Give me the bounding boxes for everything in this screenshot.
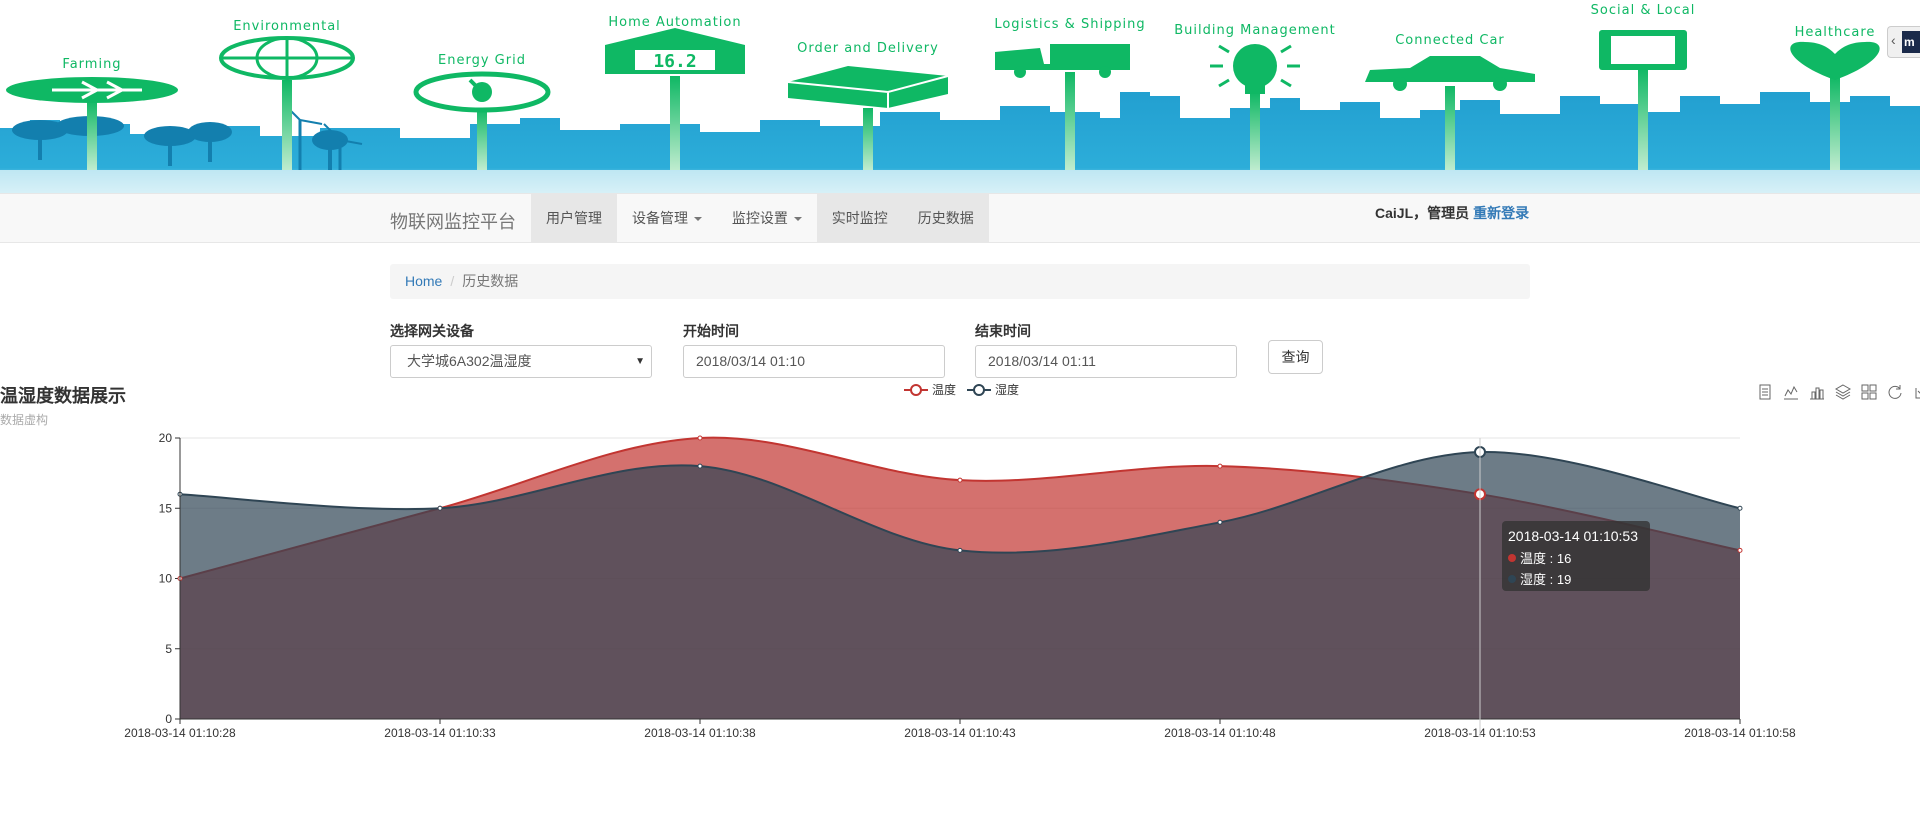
dropdown-arrow-icon: ▼ xyxy=(635,356,645,367)
breadcrumb: Home / 历史数据 xyxy=(390,264,1530,299)
data-point[interactable] xyxy=(1217,519,1223,525)
nav-user-management[interactable]: 用户管理 xyxy=(531,194,617,242)
line-icon[interactable] xyxy=(1783,384,1799,400)
banner-label: Energy Grid xyxy=(438,53,526,68)
chart-tooltip: 2018-03-14 01:10:53 温度 : 16 湿度 : 19 xyxy=(1502,521,1650,591)
device-label: 选择网关设备 xyxy=(390,323,474,339)
stack-icon[interactable] xyxy=(1834,384,1852,400)
banner-label: Connected Car xyxy=(1395,33,1505,48)
breadcrumb-home[interactable]: Home xyxy=(405,273,442,289)
banner-label: Social & Local xyxy=(1591,3,1696,18)
svg-text:湿度 : 19: 湿度 : 19 xyxy=(1520,572,1571,587)
data-point[interactable] xyxy=(437,505,443,511)
history-chart[interactable]: 0 5 10 15 20 2018-03-14 01:10:28 2018-03-14 01… xyxy=(0,376,1920,746)
x-tick-label: 2018-03-14 01:10:28 xyxy=(124,726,236,740)
device-select[interactable]: 大学城6A302温湿度 ▼ xyxy=(390,345,652,378)
data-point[interactable] xyxy=(1737,505,1743,511)
x-tick-label: 2018-03-14 01:10:43 xyxy=(904,726,1016,740)
tiled-icon[interactable] xyxy=(1861,384,1877,400)
nav-device-management[interactable]: 设备管理 xyxy=(617,194,717,242)
banner-label: Order and Delivery xyxy=(797,41,939,56)
start-time-label: 开始时间 xyxy=(683,323,739,339)
data-point[interactable] xyxy=(957,547,963,553)
y-tick-label: 0 xyxy=(165,712,172,726)
data-point[interactable] xyxy=(1737,547,1743,553)
data-point[interactable] xyxy=(957,477,963,483)
y-tick-label: 5 xyxy=(165,642,172,656)
end-time-input[interactable]: 2018/03/14 01:11 xyxy=(975,345,1237,378)
data-point[interactable] xyxy=(697,463,703,469)
banner-label: Home Automation xyxy=(608,15,741,30)
nav-history-data[interactable]: 历史数据 xyxy=(902,194,989,242)
start-time-input[interactable]: 2018/03/14 01:10 xyxy=(683,345,945,378)
svg-text:16.2: 16.2 xyxy=(653,51,696,72)
y-tick-label: 20 xyxy=(159,431,173,445)
x-tick-label: 2018-03-14 01:10:58 xyxy=(1684,726,1796,740)
legend-item[interactable]: 湿度 xyxy=(967,382,1019,397)
banner-illustration: Farming Environmental Energy Grid 16.2 Home … xyxy=(0,3,1920,193)
banner-label: Environmental xyxy=(233,19,341,34)
navbar: 物联网监控平台 用户管理 设备管理 监控设置 实时监控 历史数据 CaiJL，管… xyxy=(0,193,1920,243)
banner-label: Building Management xyxy=(1174,23,1336,38)
nav-monitor-settings[interactable]: 监控设置 xyxy=(717,194,817,242)
nav-realtime-monitor[interactable]: 实时监控 xyxy=(816,194,903,242)
restore-icon[interactable] xyxy=(1887,384,1903,400)
sidebar-toggle[interactable]: ‹ m xyxy=(1887,26,1920,58)
breadcrumb-current: 历史数据 xyxy=(462,273,519,289)
caret-down-icon xyxy=(693,217,702,222)
x-tick-label: 2018-03-14 01:10:33 xyxy=(384,726,496,740)
header-banner: Farming Environmental Energy Grid 16.2 Home … xyxy=(0,0,1920,193)
extension-icon: m xyxy=(1902,31,1920,53)
bar-icon[interactable] xyxy=(1809,384,1825,400)
device-select-value: 大学城6A302温湿度 xyxy=(407,353,532,369)
chevron-left-icon: ‹ xyxy=(1891,32,1896,48)
caret-down-icon xyxy=(793,217,802,222)
svg-text:温度: 温度 xyxy=(932,382,956,397)
data-point[interactable] xyxy=(1217,463,1223,469)
chart-container[interactable]: 0 5 10 15 20 2018-03-14 01:10:28 2018-03-14 01… xyxy=(0,376,1920,751)
breadcrumb-separator: / xyxy=(450,273,455,289)
user-name: CaiJL，管理员 xyxy=(1375,205,1470,221)
x-tick-label: 2018-03-14 01:10:48 xyxy=(1164,726,1276,740)
y-tick-label: 10 xyxy=(159,572,173,586)
save-icon[interactable] xyxy=(1913,384,1920,400)
x-tick-label: 2018-03-14 01:10:38 xyxy=(644,726,756,740)
nav-menu: 用户管理 设备管理 监控设置 实时监控 历史数据 xyxy=(531,194,989,242)
chart-toolbox xyxy=(1757,384,1920,400)
end-time-label: 结束时间 xyxy=(975,323,1031,339)
svg-text:2018-03-14 01:10:53: 2018-03-14 01:10:53 xyxy=(1508,528,1638,544)
query-button[interactable]: 查询 xyxy=(1268,340,1323,374)
banner-label: Farming xyxy=(62,57,121,72)
banner-label: Healthcare xyxy=(1795,25,1876,40)
legend-item[interactable]: 温度 xyxy=(904,382,956,397)
relogin-link[interactable]: 重新登录 xyxy=(1473,205,1529,221)
y-tick-label: 15 xyxy=(159,501,173,515)
banner-label: Logistics & Shipping xyxy=(994,17,1145,32)
svg-text:温度 : 16: 温度 : 16 xyxy=(1520,551,1571,566)
data-point[interactable] xyxy=(697,435,703,441)
brand-title[interactable]: 物联网监控平台 xyxy=(390,208,516,234)
user-info: CaiJL，管理员 重新登录 xyxy=(1375,203,1529,223)
data-view-icon[interactable] xyxy=(1757,384,1773,400)
svg-text:湿度: 湿度 xyxy=(995,382,1019,397)
